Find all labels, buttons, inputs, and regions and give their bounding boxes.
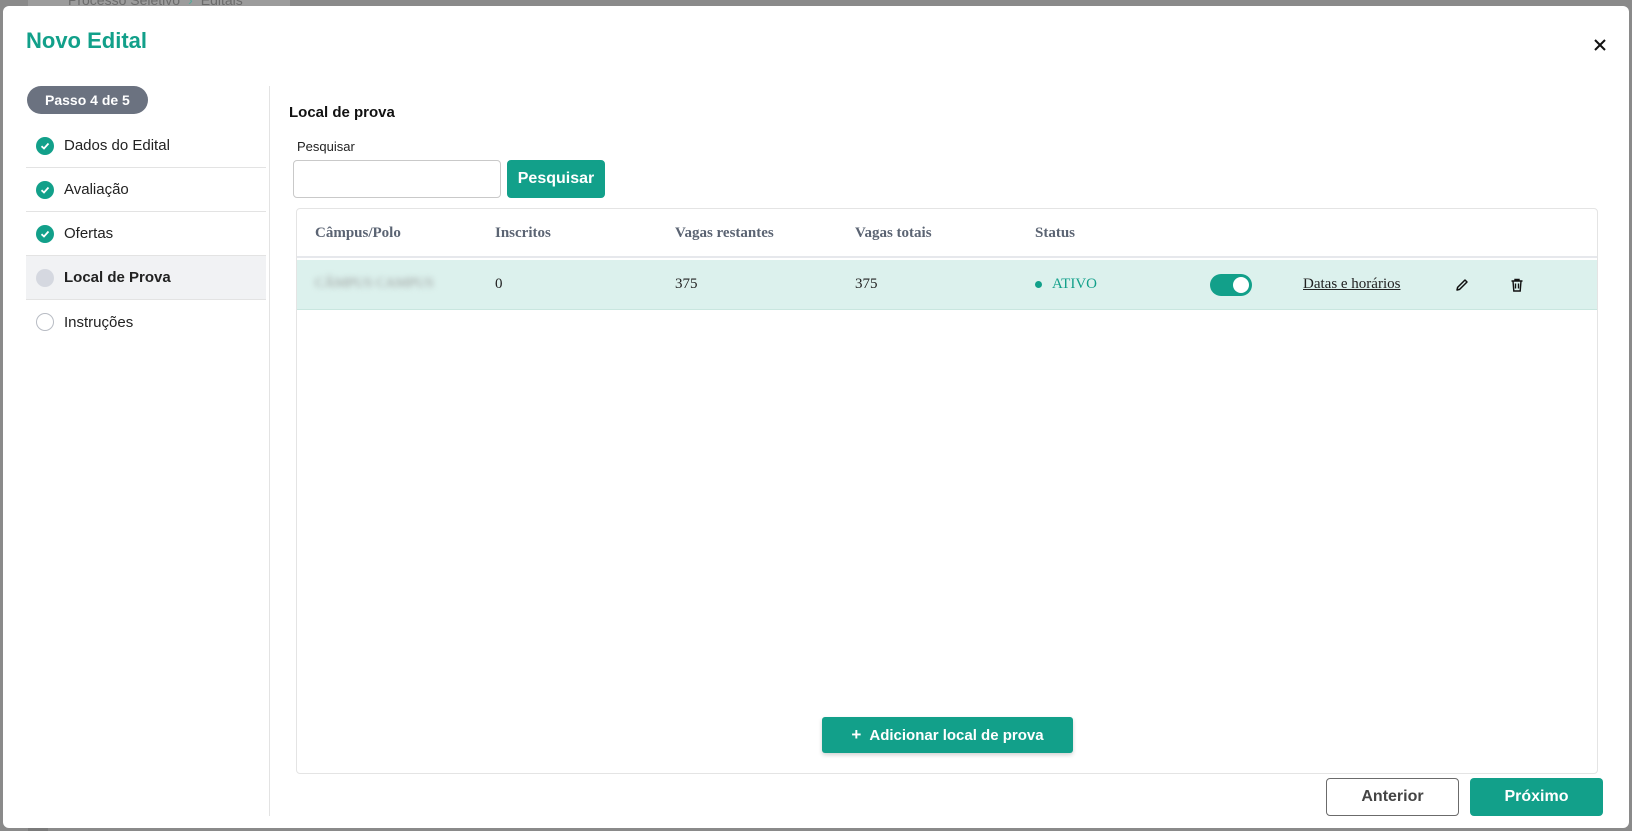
inscritos-cell: 0 bbox=[495, 276, 503, 292]
current-step-icon bbox=[36, 268, 54, 287]
step-instrucoes[interactable]: Instruções bbox=[26, 300, 266, 344]
step-dados-do-edital[interactable]: Dados do Edital bbox=[26, 124, 266, 168]
plus-icon: + bbox=[851, 725, 862, 744]
column-header-vagas-restantes: Vagas restantes bbox=[675, 225, 774, 241]
table-row[interactable]: CÂMPUS CAMPUS 0 375 375 ATIVO Datas e ho… bbox=[297, 260, 1597, 310]
close-icon bbox=[1594, 39, 1606, 51]
step-label: Avaliação bbox=[64, 181, 129, 198]
vagas-restantes-cell: 375 bbox=[675, 276, 698, 292]
step-label: Ofertas bbox=[64, 225, 114, 242]
toggle-knob bbox=[1233, 277, 1249, 293]
step-indicator-badge: Passo 4 de 5 bbox=[27, 86, 148, 114]
check-circle-icon bbox=[36, 180, 54, 199]
pencil-icon bbox=[1456, 279, 1468, 291]
check-circle-icon bbox=[36, 136, 54, 155]
modal-title: Novo Edital bbox=[26, 28, 148, 53]
empty-circle-icon bbox=[36, 313, 54, 331]
edit-button[interactable] bbox=[1452, 275, 1472, 295]
datas-e-horarios-link[interactable]: Datas e horários bbox=[1303, 276, 1400, 293]
table-header: Câmpus/Polo Inscritos Vagas restantes Va… bbox=[297, 209, 1597, 258]
search-label: Pesquisar bbox=[297, 139, 355, 154]
step-avaliacao[interactable]: Avaliação bbox=[26, 168, 266, 212]
local-de-prova-table: Câmpus/Polo Inscritos Vagas restantes Va… bbox=[296, 208, 1598, 774]
section-title: Local de prova bbox=[289, 104, 395, 121]
sidebar-divider bbox=[269, 86, 270, 816]
steps-sidebar: Passo 4 de 5 Dados do Edital Avaliação O… bbox=[26, 86, 266, 344]
delete-button[interactable] bbox=[1507, 275, 1527, 295]
column-header-inscritos: Inscritos bbox=[495, 225, 551, 241]
vagas-totais-cell: 375 bbox=[855, 276, 878, 292]
trash-icon bbox=[1511, 278, 1523, 292]
search-button[interactable]: Pesquisar bbox=[507, 160, 605, 198]
check-circle-icon bbox=[36, 224, 54, 243]
campus-cell: CÂMPUS CAMPUS bbox=[315, 276, 434, 291]
previous-button[interactable]: Anterior bbox=[1326, 778, 1459, 816]
step-label: Dados do Edital bbox=[64, 137, 170, 154]
status-badge: ATIVO bbox=[1035, 276, 1097, 293]
step-ofertas[interactable]: Ofertas bbox=[26, 212, 266, 256]
new-edital-modal: Novo Edital Passo 4 de 5 Dados do Edital… bbox=[3, 6, 1629, 828]
add-button-label: Adicionar local de prova bbox=[869, 727, 1044, 744]
step-label: Local de Prova bbox=[64, 269, 171, 286]
next-button[interactable]: Próximo bbox=[1470, 778, 1603, 816]
active-toggle[interactable] bbox=[1210, 274, 1252, 296]
column-header-campus: Câmpus/Polo bbox=[315, 225, 401, 241]
add-local-de-prova-button[interactable]: + Adicionar local de prova bbox=[822, 717, 1073, 753]
close-button[interactable] bbox=[1588, 33, 1612, 57]
search-input[interactable] bbox=[293, 160, 501, 198]
column-header-vagas-totais: Vagas totais bbox=[855, 225, 932, 241]
step-label: Instruções bbox=[64, 313, 134, 331]
status-dot-icon bbox=[1035, 281, 1042, 288]
steps-list: Dados do Edital Avaliação Ofertas Local … bbox=[26, 124, 266, 344]
status-text: ATIVO bbox=[1052, 276, 1097, 292]
column-header-status: Status bbox=[1035, 225, 1076, 241]
step-local-de-prova[interactable]: Local de Prova bbox=[26, 256, 266, 300]
